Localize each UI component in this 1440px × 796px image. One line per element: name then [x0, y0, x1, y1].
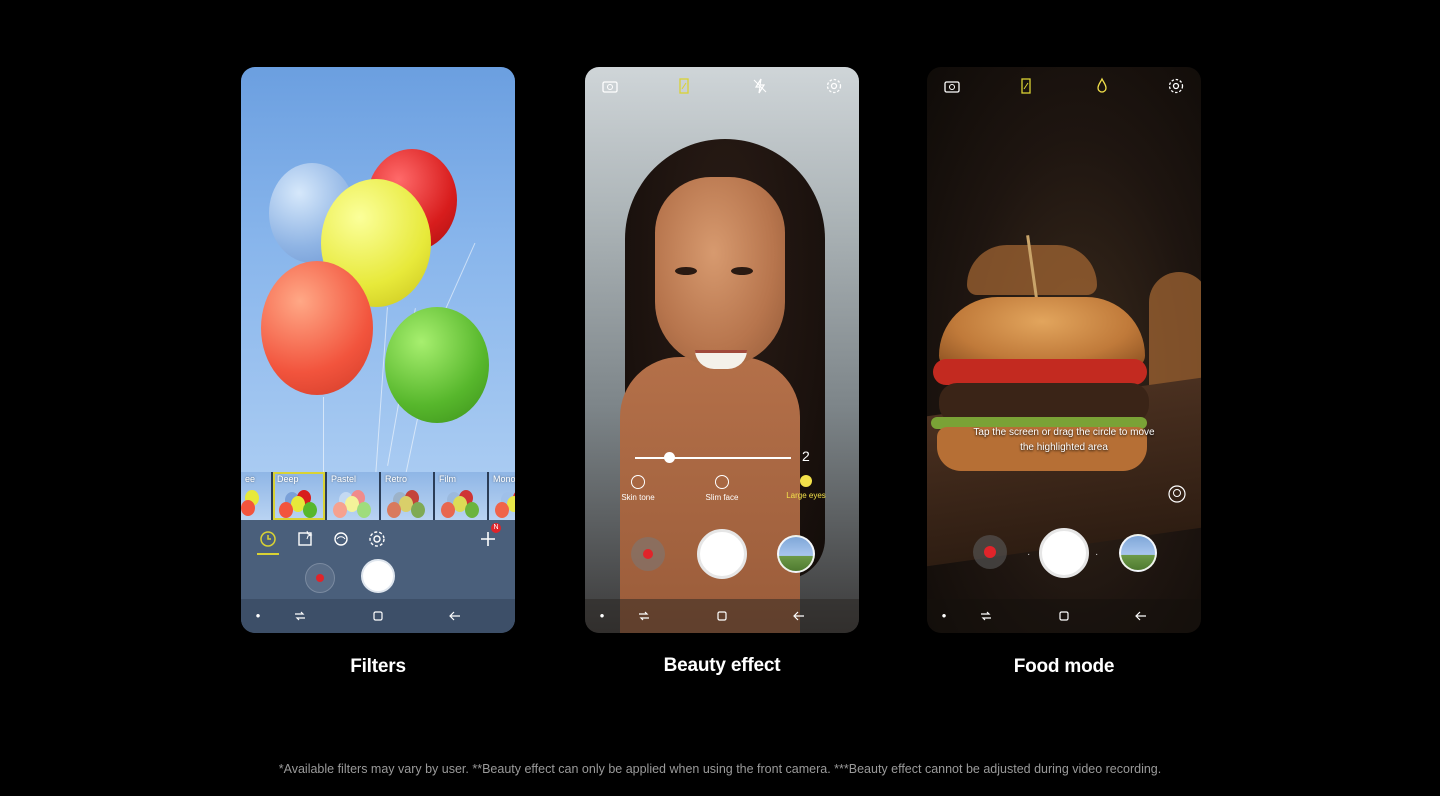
shutter-button[interactable] — [361, 559, 395, 593]
option-skin-tone-label: Skin tone — [621, 493, 655, 502]
slim-face-icon — [715, 475, 729, 489]
food-hint-line-1: Tap the screen or drag the circle to mov… — [973, 427, 1155, 438]
top-toolbar — [585, 67, 859, 105]
beauty-slider-knob[interactable] — [664, 452, 675, 463]
nav-bar: • — [927, 599, 1201, 633]
new-badge: N — [491, 523, 501, 533]
caption-food: Food mode — [1013, 656, 1115, 677]
nav-dot-icon: • — [599, 608, 605, 623]
record-button[interactable] — [973, 535, 1007, 569]
skin-tone-icon — [631, 475, 645, 489]
filter-thumb-deep[interactable]: Deep — [273, 472, 325, 520]
filter-thumb-1[interactable]: ee — [241, 472, 271, 520]
color-tune-icon[interactable] — [1167, 484, 1187, 504]
record-button[interactable] — [631, 537, 665, 571]
mode-dots-left: · — [1027, 549, 1031, 560]
gallery-thumbnail[interactable] — [777, 535, 815, 573]
sticker-icon[interactable] — [295, 529, 315, 549]
beauty-slider-track[interactable] — [635, 457, 791, 459]
nav-bar: • — [585, 599, 859, 633]
top-toolbar — [927, 67, 1201, 105]
aspect-ratio-icon[interactable] — [675, 77, 693, 95]
option-skin-tone[interactable]: Skin tone — [603, 475, 673, 502]
back-icon[interactable] — [792, 609, 806, 623]
filter-strip: ee Deep Pastel Retro Film Mono — [241, 472, 515, 520]
shutter-button[interactable] — [1039, 528, 1089, 578]
flash-off-icon[interactable] — [751, 77, 769, 95]
timer-icon[interactable] — [258, 529, 278, 549]
camera-preview-balloons — [241, 67, 515, 477]
recent-apps-icon[interactable] — [637, 609, 651, 623]
settings-icon[interactable] — [825, 77, 843, 95]
footnote: *Available filters may vary by user. **B… — [278, 762, 1162, 776]
filter-thumb-film[interactable]: Film — [435, 472, 487, 520]
effects-icon[interactable] — [331, 529, 351, 549]
shutter-button[interactable] — [697, 529, 747, 579]
gallery-thumbnail[interactable] — [1119, 534, 1157, 572]
back-icon[interactable] — [448, 609, 462, 623]
phone-beauty: 2 Skin tone Slim face Large eyes • — [585, 67, 859, 633]
settings-icon[interactable] — [1167, 77, 1185, 95]
phone-food: Tap the screen or drag the circle to mov… — [927, 67, 1201, 633]
mode-selected-indicator — [257, 553, 279, 555]
option-large-eyes[interactable]: Large eyes — [771, 475, 841, 500]
home-icon[interactable] — [1057, 609, 1071, 623]
food-drop-icon[interactable] — [1093, 77, 1111, 95]
switch-camera-icon[interactable] — [601, 77, 619, 95]
aspect-ratio-icon[interactable] — [1017, 77, 1035, 95]
recent-apps-icon[interactable] — [979, 609, 993, 623]
filter-thumb-retro[interactable]: Retro — [381, 472, 433, 520]
switch-camera-icon[interactable] — [943, 77, 961, 95]
caption-filters: Filters — [350, 656, 406, 677]
camera-controls: N • — [241, 520, 515, 633]
record-button[interactable] — [305, 563, 335, 593]
home-icon[interactable] — [371, 609, 385, 623]
mode-dots-right: · — [1095, 549, 1099, 560]
nav-dot-icon: • — [255, 608, 261, 623]
nav-dot-icon: • — [941, 608, 947, 623]
phone-filters: ee Deep Pastel Retro Film Mono N • — [241, 67, 515, 633]
option-large-eyes-label: Large eyes — [786, 491, 826, 500]
nav-bar: • — [241, 599, 515, 633]
beauty-slider-value: 2 — [802, 448, 810, 464]
large-eyes-icon — [800, 475, 812, 487]
option-slim-face-label: Slim face — [705, 493, 739, 502]
back-icon[interactable] — [1134, 609, 1148, 623]
food-mode-hint: Tap the screen or drag the circle to mov… — [947, 425, 1181, 455]
mode-bar: N — [241, 520, 515, 560]
option-slim-face[interactable]: Slim face — [687, 475, 757, 502]
home-icon[interactable] — [715, 609, 729, 623]
filter-thumb-mono[interactable]: Mono — [489, 472, 515, 520]
settings-icon[interactable] — [367, 529, 387, 549]
filter-thumb-pastel[interactable]: Pastel — [327, 472, 379, 520]
caption-beauty: Beauty effect — [663, 655, 781, 676]
recent-apps-icon[interactable] — [293, 609, 307, 623]
food-hint-line-2: the highlighted area — [1020, 442, 1108, 453]
